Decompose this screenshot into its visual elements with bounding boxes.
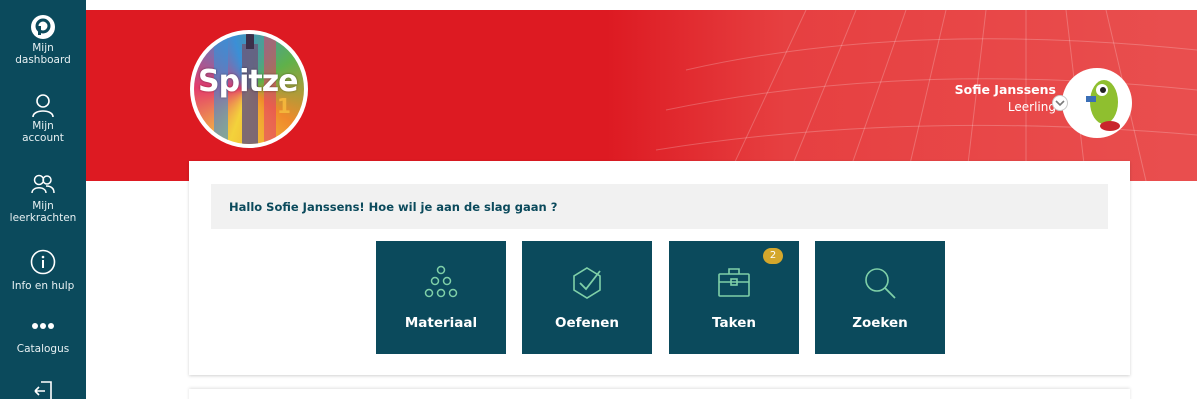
secondary-card	[189, 389, 1130, 399]
task-count-badge: 2	[763, 248, 783, 264]
tile-label: Taken	[712, 315, 756, 331]
logout-icon	[34, 381, 52, 399]
briefcase-icon	[718, 268, 750, 297]
sidebar-item-info[interactable]: Info en hulp	[0, 249, 86, 292]
pelckmans-logo-icon	[31, 15, 55, 39]
sidebar-item-label: Info en hulp	[11, 280, 75, 292]
user-role: Leerling	[1007, 100, 1056, 114]
user-menu-toggle[interactable]	[1052, 95, 1068, 111]
avatar-character	[1086, 80, 1120, 131]
molecule-icon	[424, 265, 458, 298]
sidebar-item-logout[interactable]	[0, 380, 86, 399]
users-icon	[31, 174, 55, 194]
method-logo[interactable]: Spitze 1	[190, 30, 308, 148]
tile-taken[interactable]: 2 Taken	[669, 241, 799, 354]
avatar[interactable]	[1062, 68, 1132, 138]
sidebar-item-teachers[interactable]: Mijn leerkrachten	[0, 174, 86, 224]
info-icon	[30, 249, 56, 275]
tile-label: Zoeken	[852, 315, 908, 331]
dots-icon	[32, 323, 54, 329]
search-icon	[865, 268, 896, 299]
sidebar-item-label: Mijn dashboard	[15, 42, 71, 66]
main-card: Hallo Sofie Janssens! Hoe wil je aan de …	[189, 161, 1130, 375]
greeting-bar: Hallo Sofie Janssens! Hoe wil je aan de …	[211, 184, 1108, 229]
user-icon	[32, 94, 54, 118]
sidebar: Mijn dashboard Mijn account Mijn leerkra…	[0, 0, 86, 399]
tile-materiaal[interactable]: Materiaal	[376, 241, 506, 354]
tile-zoeken[interactable]: Zoeken	[815, 241, 945, 354]
sidebar-item-account[interactable]: Mijn account	[0, 92, 86, 144]
tile-label: Materiaal	[404, 315, 478, 331]
check-shield-icon	[573, 267, 601, 299]
sidebar-item-label: Catalogus	[16, 343, 70, 355]
greeting-text: Hallo Sofie Janssens! Hoe wil je aan de …	[229, 200, 558, 214]
sidebar-item-label: Mijn account	[22, 120, 64, 144]
sidebar-item-catalog[interactable]: Catalogus	[0, 321, 86, 355]
sidebar-item-label: Mijn leerkrachten	[9, 200, 77, 224]
user-name[interactable]: Sofie Janssens	[955, 82, 1056, 97]
tile-oefenen[interactable]: Oefenen	[522, 241, 652, 354]
sidebar-item-dashboard[interactable]: Mijn dashboard	[0, 14, 86, 66]
chevron-down-icon	[1055, 100, 1065, 107]
logo-number: 1	[277, 94, 291, 118]
tile-label: Oefenen	[554, 315, 620, 331]
method-logo-image: Spitze 1	[194, 34, 304, 144]
